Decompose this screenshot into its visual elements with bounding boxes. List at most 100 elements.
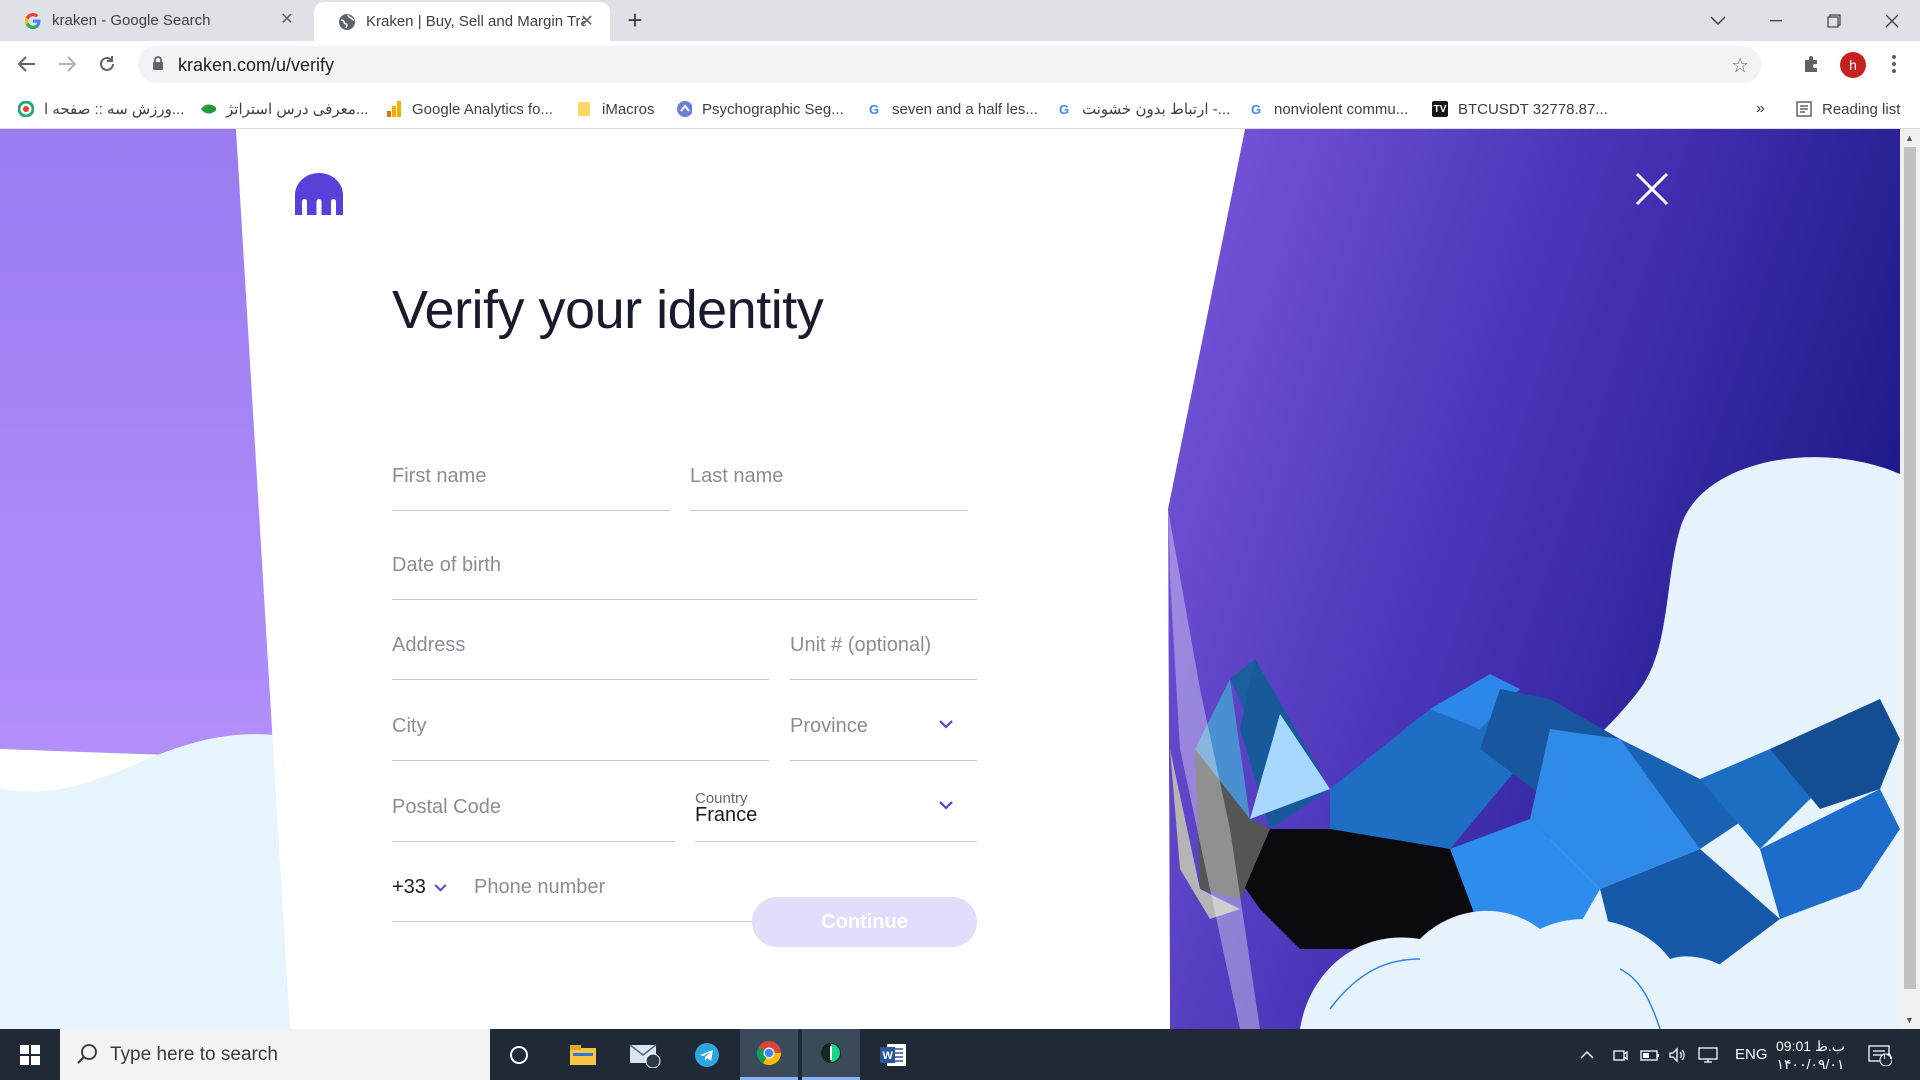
- close-tab-icon[interactable]: ✕: [278, 11, 296, 29]
- restore-icon[interactable]: [1806, 0, 1862, 41]
- notification-count: ۱۹: [1882, 1051, 1892, 1061]
- blue-circle-icon: [676, 101, 692, 117]
- postal-code-field[interactable]: Postal Code: [392, 772, 675, 842]
- bookmark-item[interactable]: TV BTCUSDT 32778.87...: [1432, 98, 1608, 120]
- analytics-icon: [386, 101, 402, 117]
- globe-icon: [338, 13, 356, 31]
- battery-icon[interactable]: [1640, 1029, 1660, 1080]
- word-icon[interactable]: W: [864, 1029, 922, 1080]
- bookmarks-overflow-icon[interactable]: »: [1756, 98, 1765, 120]
- bookmark-label: ارتباط بدون خشونت -...: [1082, 101, 1231, 118]
- bookmark-item[interactable]: G seven and a half les...: [866, 98, 1038, 120]
- reload-icon[interactable]: [92, 49, 122, 79]
- google-icon: G: [1058, 101, 1070, 117]
- windows-start-icon[interactable]: [0, 1029, 60, 1080]
- phone-number-input[interactable]: Phone number: [474, 876, 605, 899]
- scroll-down-icon[interactable]: ▼: [1905, 1015, 1914, 1025]
- search-placeholder: Type here to search: [110, 1044, 278, 1065]
- country-select[interactable]: Country France: [695, 772, 977, 842]
- extensions-puzzle-icon[interactable]: [1798, 50, 1826, 78]
- close-icon[interactable]: [1634, 171, 1670, 207]
- last-name-placeholder: Last name: [690, 465, 784, 487]
- first-name-field[interactable]: First name: [392, 441, 670, 511]
- chevron-down-icon: [939, 716, 953, 734]
- first-name-placeholder: First name: [392, 465, 487, 487]
- bookmark-item[interactable]: Google Analytics fo...: [386, 98, 553, 120]
- chrome-taskbar-icon[interactable]: [740, 1029, 798, 1080]
- app-taskbar-icon[interactable]: [802, 1029, 860, 1080]
- bookmark-label: iMacros: [602, 100, 655, 118]
- address-bar[interactable]: kraken.com/u/verify ☆: [138, 46, 1761, 83]
- google-icon: G: [1250, 101, 1262, 117]
- province-select[interactable]: Province: [790, 691, 977, 761]
- windows-taskbar: Type here to search W ENG 09:01 ب.ظ ۱۴۰۰…: [0, 1029, 1920, 1080]
- file-explorer-icon[interactable]: [554, 1029, 612, 1080]
- bookmark-item[interactable]: Psychographic Seg...: [676, 98, 844, 120]
- volume-icon[interactable]: [1668, 1029, 1688, 1080]
- back-arrow-icon[interactable]: [12, 49, 42, 79]
- forward-arrow-icon[interactable]: [52, 49, 82, 79]
- browser-toolbar: kraken.com/u/verify ☆: [0, 41, 1920, 88]
- chevron-down-icon: [939, 797, 953, 815]
- dob-placeholder: Date of birth: [392, 554, 501, 576]
- cortana-icon[interactable]: [490, 1029, 548, 1080]
- mail-icon[interactable]: [616, 1029, 674, 1080]
- tab-kraken[interactable]: Kraken | Buy, Sell and Margin Tra ✕: [314, 2, 610, 41]
- bookmark-item[interactable]: معرفی درس استراتژ...: [200, 98, 368, 120]
- kraken-verify-page: Verify your identity First name Last nam…: [0, 129, 1900, 1029]
- kraken-logo-icon[interactable]: [291, 171, 347, 222]
- svg-text:W: W: [883, 1050, 894, 1062]
- tradingview-icon: TV: [1432, 101, 1448, 117]
- language-indicator[interactable]: ENG: [1735, 1029, 1768, 1080]
- google-icon: [24, 12, 42, 30]
- tab-google-search[interactable]: kraken - Google Search ✕: [0, 0, 310, 41]
- city-field[interactable]: City: [392, 691, 769, 761]
- page-scrollbar[interactable]: ▲ ▼: [1900, 129, 1920, 1029]
- chevron-down-icon: [434, 879, 447, 897]
- bookmark-item[interactable]: ورزش سه :: صفحه ا...: [18, 98, 184, 120]
- meet-now-icon[interactable]: [1612, 1029, 1628, 1080]
- network-icon[interactable]: [1698, 1029, 1720, 1080]
- phone-country-code-select[interactable]: +33: [392, 876, 447, 899]
- reading-list-label: Reading list: [1822, 100, 1901, 118]
- bookmark-label: nonviolent commu...: [1274, 100, 1409, 118]
- new-tab-icon[interactable]: +: [622, 7, 648, 34]
- tray-chevron-icon[interactable]: [1580, 1029, 1594, 1080]
- bookmark-item[interactable]: iMacros: [576, 98, 655, 120]
- telegram-icon[interactable]: [678, 1029, 736, 1080]
- notifications-icon[interactable]: ۱۹: [1868, 1029, 1892, 1080]
- lock-icon: [152, 56, 164, 76]
- clock[interactable]: 09:01 ب.ظ ۱۴۰۰/۰۹/۰۱: [1776, 1029, 1845, 1080]
- bookmark-star-icon[interactable]: ☆: [1731, 53, 1749, 78]
- bookmark-label: Psychographic Seg...: [702, 100, 844, 118]
- bookmark-item[interactable]: G ارتباط بدون خشونت -...: [1056, 98, 1230, 120]
- address-field[interactable]: Address: [392, 610, 769, 680]
- tab-title: kraken - Google Search: [52, 12, 211, 29]
- close-tab-icon[interactable]: ✕: [578, 13, 596, 31]
- varzesh-icon: [18, 101, 34, 117]
- bookmark-label: seven and a half les...: [892, 100, 1038, 118]
- country-value: France: [695, 804, 758, 826]
- taskbar-search-box[interactable]: Type here to search: [60, 1029, 490, 1080]
- scrollbar-thumb[interactable]: [1904, 147, 1916, 989]
- clock-time: 09:01 ب.ظ: [1776, 1037, 1845, 1054]
- minimize-icon[interactable]: [1748, 0, 1804, 41]
- phone-code-value: +33: [392, 876, 426, 898]
- reading-list-button[interactable]: Reading list: [1796, 98, 1900, 120]
- bookmarks-bar: ورزش سه :: صفحه ا... معرفی درس استراتژ..…: [0, 88, 1920, 129]
- menu-dots-icon[interactable]: [1880, 50, 1908, 78]
- continue-button[interactable]: Continue: [752, 897, 977, 947]
- scroll-up-icon[interactable]: ▲: [1905, 133, 1914, 143]
- window-close-icon[interactable]: [1864, 0, 1920, 41]
- profile-avatar[interactable]: h: [1840, 52, 1866, 78]
- tab-search-icon[interactable]: [1690, 0, 1746, 41]
- bookmark-item[interactable]: G nonviolent commu...: [1248, 98, 1408, 120]
- bookmark-label: ورزش سه :: صفحه ا...: [44, 101, 185, 118]
- unit-field[interactable]: Unit # (optional): [790, 610, 977, 680]
- bookmark-label: معرفی درس استراتژ...: [226, 101, 369, 118]
- tab-title: Kraken | Buy, Sell and Margin Tra: [366, 13, 586, 30]
- reading-list-icon: [1796, 101, 1812, 117]
- date-of-birth-field[interactable]: Date of birth: [392, 530, 977, 600]
- folder-icon: [576, 101, 592, 117]
- last-name-field[interactable]: Last name: [690, 441, 968, 511]
